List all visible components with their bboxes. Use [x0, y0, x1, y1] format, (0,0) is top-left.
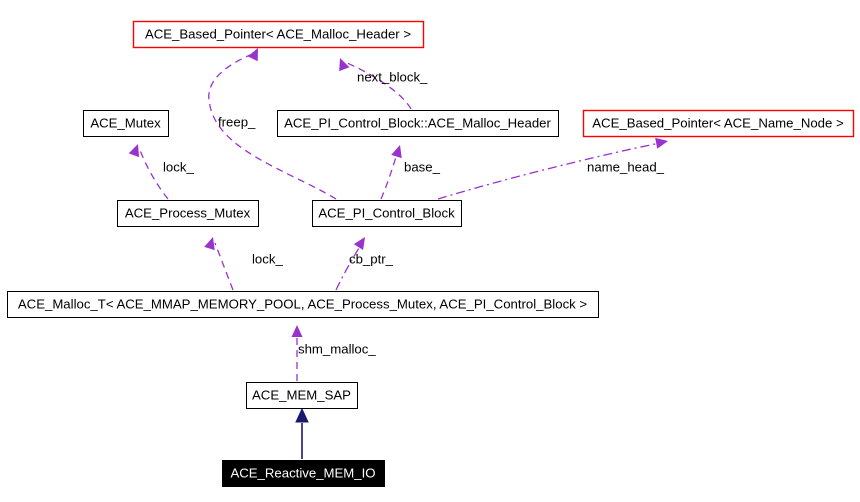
nodes-layer: ACE_Based_Pointer< ACE_Malloc_Header > AC… — [7, 20, 855, 487]
node-label: ACE_Reactive_MEM_IO — [230, 465, 375, 480]
edge-line — [380, 150, 399, 200]
usage-arrowhead — [655, 137, 668, 149]
edge-label: base_ — [404, 159, 441, 174]
edge-label: cb_ptr_ — [349, 251, 394, 266]
node-based-pointer-malloc-header[interactable]: ACE_Based_Pointer< ACE_Malloc_Header > — [132, 20, 425, 49]
edge-label: freep_ — [218, 114, 256, 129]
node-label: ACE_MEM_SAP — [252, 387, 351, 402]
node-label: ACE_Mutex — [90, 115, 161, 130]
node-ace-process-mutex[interactable]: ACE_Process_Mutex — [117, 200, 259, 227]
edge-label: lock_ — [163, 159, 194, 174]
usage-arrowhead — [291, 325, 303, 337]
diagram-canvas: ACE_Based_Pointer< ACE_Malloc_Header > AC… — [7, 20, 855, 487]
node-label: ACE_Malloc_T< ACE_MMAP_MEMORY_POOL, ACE_… — [18, 296, 588, 311]
edge-base — [380, 145, 402, 200]
node-pi-control-block-malloc-header[interactable]: ACE_PI_Control_Block::ACE_Malloc_Header — [277, 110, 559, 137]
node-ace-reactive-mem-io[interactable]: ACE_Reactive_MEM_IO — [222, 460, 385, 487]
inheritance-arrowhead — [295, 407, 309, 423]
edge-label: next_block_ — [357, 69, 428, 84]
uml-collaboration-diagram: ACE_Based_Pointer< ACE_Malloc_Header > AC… — [0, 0, 860, 502]
node-label: ACE_PI_Control_Block — [318, 205, 455, 220]
edge-lock — [204, 237, 234, 291]
edge-line — [139, 149, 169, 200]
edges-layer — [128, 48, 668, 459]
edge-line — [335, 242, 363, 291]
node-based-pointer-name-node[interactable]: ACE_Based_Pointer< ACE_Name_Node > — [582, 109, 855, 138]
usage-arrowhead — [339, 58, 350, 72]
edge-inheritance — [295, 407, 309, 459]
node-ace-malloc-t[interactable]: ACE_Malloc_T< ACE_MMAP_MEMORY_POOL, ACE_… — [7, 291, 599, 318]
edge-line — [214, 242, 234, 291]
edge-label: lock_ — [252, 251, 283, 266]
usage-arrowhead — [128, 144, 140, 158]
node-label: ACE_Process_Mutex — [125, 205, 251, 220]
edge-label: name_head_ — [587, 159, 665, 174]
node-label: ACE_PI_Control_Block::ACE_Malloc_Header — [284, 115, 551, 130]
edge-label: shm_malloc_ — [298, 341, 376, 356]
node-label: ACE_Based_Pointer< ACE_Name_Node > — [592, 115, 844, 130]
node-ace-pi-control-block[interactable]: ACE_PI_Control_Block — [312, 200, 462, 227]
node-ace-mutex[interactable]: ACE_Mutex — [83, 110, 169, 137]
node-label: ACE_Based_Pointer< ACE_Malloc_Header > — [145, 26, 411, 41]
usage-arrowhead — [204, 237, 215, 251]
usage-arrowhead — [391, 145, 402, 159]
usage-arrowhead — [353, 237, 365, 251]
node-ace-mem-sap[interactable]: ACE_MEM_SAP — [246, 382, 358, 409]
